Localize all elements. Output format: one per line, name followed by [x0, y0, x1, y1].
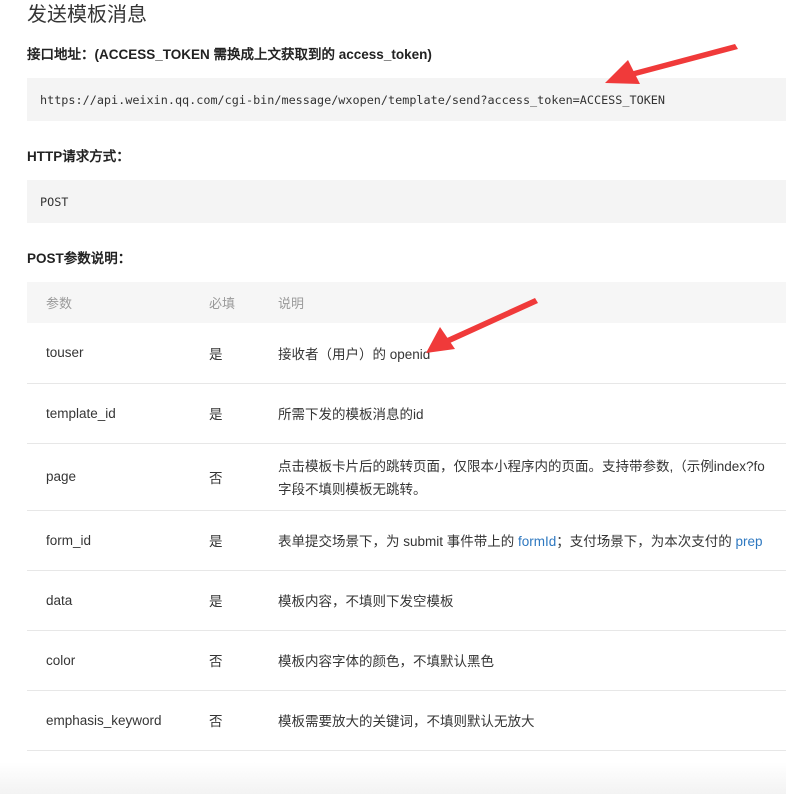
method-value: POST — [40, 194, 69, 209]
params-label: POST参数说明： — [27, 251, 132, 266]
param-name: form_id — [27, 510, 209, 571]
table-row: emphasis_keyword 否 模板需要放大的关键词，不填则默认无放大 — [27, 690, 786, 751]
endpoint-label: 接口地址：(ACCESS_TOKEN 需换成上文获取到的 access_toke… — [27, 47, 432, 62]
endpoint-url: https://api.weixin.qq.com/cgi-bin/messag… — [40, 92, 666, 107]
page-title: 发送模板消息 — [27, 4, 147, 26]
param-required: 是 — [209, 323, 278, 384]
params-table: 参数 必填 说明 touser 是 接收者（用户）的 openid templa… — [27, 282, 786, 751]
param-name: touser — [27, 323, 209, 384]
param-required: 否 — [209, 690, 278, 751]
table-row: page 否 点击模板卡片后的跳转页面，仅限本小程序内的页面。支持带参数,（示例… — [27, 443, 786, 511]
param-name: color — [27, 630, 209, 691]
param-description: 模板内容，不填则下发空模板 — [278, 570, 786, 631]
param-required: 否 — [209, 630, 278, 691]
param-name: template_id — [27, 383, 209, 444]
param-name: page — [27, 443, 209, 511]
param-required: 是 — [209, 383, 278, 444]
param-description: 所需下发的模板消息的id — [278, 383, 786, 444]
param-description: 接收者（用户）的 openid — [278, 323, 786, 384]
table-row: touser 是 接收者（用户）的 openid — [27, 323, 786, 384]
method-label: HTTP请求方式： — [27, 149, 130, 164]
param-name: emphasis_keyword — [27, 690, 209, 751]
param-description: 模板内容字体的颜色，不填默认黑色 — [278, 630, 786, 691]
param-description-line: 点击模板卡片后的跳转页面，仅限本小程序内的页面。支持带参数,（示例index?f… — [278, 459, 765, 474]
method-code-block: POST — [27, 180, 786, 223]
param-description-line: 字段不填则模板无跳转。 — [278, 482, 427, 497]
bottom-shade — [0, 762, 786, 794]
param-description: 模板需要放大的关键词，不填则默认无放大 — [278, 690, 786, 751]
table-row: data 是 模板内容，不填则下发空模板 — [27, 570, 786, 631]
prepay-id-link[interactable]: prep — [736, 534, 763, 549]
header-description: 说明 — [278, 282, 786, 323]
param-description: 点击模板卡片后的跳转页面，仅限本小程序内的页面。支持带参数,（示例index?f… — [278, 443, 786, 511]
table-header-row: 参数 必填 说明 — [27, 282, 786, 323]
desc-text: ；支付场景下，为本次支付的 — [556, 534, 736, 549]
header-required: 必填 — [209, 282, 278, 323]
desc-text: 表单提交场景下，为 submit 事件带上的 — [278, 534, 519, 549]
formid-link[interactable]: formId — [518, 534, 556, 549]
param-required: 否 — [209, 443, 278, 511]
param-required: 是 — [209, 570, 278, 631]
header-param: 参数 — [27, 282, 209, 323]
param-description: 表单提交场景下，为 submit 事件带上的 formId；支付场景下，为本次支… — [278, 510, 786, 571]
param-name: data — [27, 570, 209, 631]
table-row: color 否 模板内容字体的颜色，不填默认黑色 — [27, 630, 786, 691]
param-required: 是 — [209, 510, 278, 571]
endpoint-code-block: https://api.weixin.qq.com/cgi-bin/messag… — [27, 78, 786, 121]
table-row: form_id 是 表单提交场景下，为 submit 事件带上的 formId；… — [27, 510, 786, 571]
table-row: template_id 是 所需下发的模板消息的id — [27, 383, 786, 444]
